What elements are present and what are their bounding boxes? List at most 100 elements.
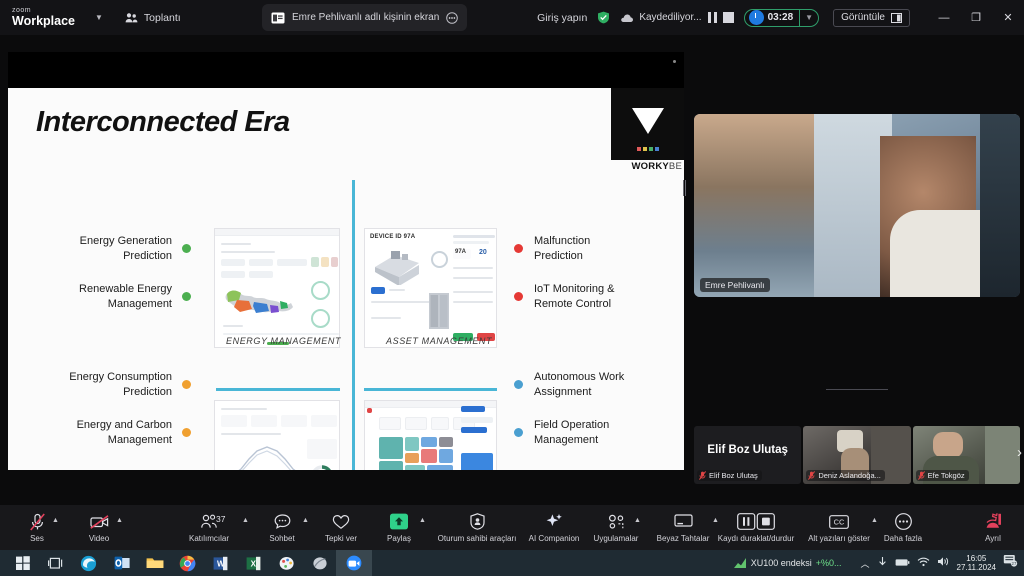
participants-button[interactable]: Katılımcılar (185, 512, 233, 543)
chevron-down-icon[interactable]: ▼ (800, 13, 818, 22)
audio-button[interactable]: Ses (18, 512, 56, 543)
layout-icon (891, 13, 902, 23)
recording-controls-button[interactable]: Kaydı duraklat/durdur (701, 512, 811, 543)
gauge-ring (311, 281, 330, 300)
participant-tile-deniz[interactable]: Deniz Aslandoğa... (803, 426, 910, 484)
share-screen-icon (389, 512, 409, 531)
active-speaker-tile[interactable]: Emre Pehlivanlı (694, 114, 1020, 297)
panel-drag-handle[interactable] (683, 180, 687, 196)
more-ellipsis-icon (895, 512, 912, 531)
share-screen-button[interactable]: Paylaş (378, 512, 420, 543)
apps-icon (608, 512, 625, 531)
participants-button-label: Katılımcılar (189, 534, 229, 543)
feature-iot-monitoring-remote-control: IoT Monitoring &Remote Control (514, 282, 684, 312)
feature-label: Energy GenerationPrediction (80, 234, 172, 264)
status-dot-green (182, 244, 191, 253)
participant-display-name: Elif Boz Ulutaş (707, 444, 788, 456)
file-explorer-icon[interactable] (138, 550, 171, 576)
app-icon[interactable] (303, 550, 336, 576)
screen-share-notice[interactable]: Emre Pehlivanlı adlı kişinin ekran (262, 4, 467, 31)
chevron-down-icon[interactable]: ▼ (95, 13, 103, 22)
svg-text:CC: CC (834, 517, 845, 526)
participant-tile-efe[interactable]: Efe Tokgöz (913, 426, 1020, 484)
ai-sparkle-icon (545, 512, 563, 531)
minimize-button[interactable]: — (928, 0, 960, 35)
zoom-logo: zoom Workplace (12, 7, 75, 28)
share-options-caret-icon[interactable]: ▲ (419, 517, 426, 524)
battery-icon[interactable] (895, 554, 910, 572)
more-ellipsis-icon[interactable] (446, 12, 458, 24)
slide-center-divider (352, 180, 355, 470)
clock-widget[interactable]: 16:05 27.11.2024 (957, 554, 996, 572)
edge-icon[interactable] (72, 550, 105, 576)
microphone-muted-icon (918, 471, 925, 480)
chrome-icon[interactable] (171, 550, 204, 576)
leave-meeting-button[interactable]: Ayrıl (974, 512, 1012, 543)
clock-icon (749, 10, 764, 25)
host-tools-button[interactable]: Oturum sahibi araçları (437, 512, 517, 543)
signin-button[interactable]: Giriş yapın (537, 12, 587, 24)
chat-options-caret-icon[interactable]: ▲ (302, 517, 309, 524)
close-button[interactable]: ✕ (992, 0, 1024, 35)
meeting-timer[interactable]: 03:28 ▼ (744, 9, 820, 27)
next-page-arrow-icon[interactable]: › (1017, 444, 1022, 461)
task-view-icon[interactable] (39, 550, 72, 576)
word-icon[interactable]: W (204, 550, 237, 576)
secure-shield-icon (597, 11, 610, 24)
captions-options-caret-icon[interactable]: ▲ (871, 517, 878, 524)
stop-recording-button[interactable] (723, 12, 734, 23)
recording-pause-stop-icon (737, 512, 775, 531)
camera-muted-icon (90, 512, 109, 531)
pause-recording-button[interactable] (707, 12, 718, 23)
stock-ticker-value: +%0... (816, 558, 842, 568)
apps-options-caret-icon[interactable]: ▲ (634, 517, 641, 524)
notifications-icon[interactable]: 27 (1003, 554, 1018, 572)
wifi-icon[interactable] (917, 554, 930, 572)
workybe-logo (611, 88, 684, 160)
paint-icon[interactable] (270, 550, 303, 576)
panel-resize-handle[interactable] (826, 389, 888, 390)
captions-button[interactable]: CC Alt yazıları göster (806, 512, 872, 543)
shared-screen-content[interactable]: Interconnected Era WORKYBE Energy Genera… (8, 52, 684, 470)
participants-options-caret-icon[interactable]: ▲ (242, 517, 249, 524)
participant-thumbnail-strip: Elif Boz Ulutaş Elif Boz Ulutaş (694, 426, 1020, 484)
start-icon[interactable] (6, 550, 39, 576)
leave-meeting-button-label: Ayrıl (985, 534, 1001, 543)
status-dot-blue (514, 428, 523, 437)
share-screen-button-label: Paylaş (387, 534, 411, 543)
video-button-label: Video (89, 534, 109, 543)
audio-button-label: Ses (30, 534, 44, 543)
meetings-tab[interactable]: Toplantı (125, 12, 181, 24)
excel-icon[interactable]: X (237, 550, 270, 576)
feature-label: Renewable EnergyManagement (79, 282, 172, 312)
reactions-button-label: Tepki ver (325, 534, 357, 543)
view-selector[interactable]: Görüntüle (833, 9, 910, 27)
onedrive-icon[interactable] (877, 554, 888, 572)
slide-separator-right (364, 388, 497, 391)
participant-tile-elif[interactable]: Elif Boz Ulutaş Elif Boz Ulutaş (694, 426, 801, 484)
outlook-icon[interactable] (105, 550, 138, 576)
volume-icon[interactable] (937, 554, 950, 572)
caption-energy-management: ENERGY MANAGEMENT (226, 336, 341, 346)
zoom-icon[interactable] (336, 550, 372, 576)
show-hidden-icons-icon[interactable]: ︿ (861, 557, 870, 570)
logo-wordmark-light: BE (669, 161, 682, 172)
video-button[interactable]: Video (80, 512, 118, 543)
presentation-slide: Interconnected Era WORKYBE Energy Genera… (8, 88, 684, 470)
ai-companion-button[interactable]: AI Companion (523, 512, 585, 543)
maximize-button[interactable]: ❐ (960, 0, 992, 35)
dashboard-screenshot-energy-map (214, 228, 340, 348)
captions-button-label: Alt yazıları göster (808, 534, 870, 543)
video-options-caret-icon[interactable]: ▲ (116, 517, 123, 524)
speaker-name-tag: Emre Pehlivanlı (700, 278, 770, 292)
audio-options-caret-icon[interactable]: ▲ (52, 517, 59, 524)
more-button[interactable]: Daha fazla (879, 512, 927, 543)
feature-malfunction-prediction: MalfunctionPrediction (514, 234, 684, 264)
slide-separator-left (216, 388, 340, 391)
stock-ticker-widget[interactable]: XU100 endeksi +%0... (733, 557, 842, 569)
reactions-button[interactable]: Tepki ver (318, 512, 364, 543)
dashboard-screenshot-consumption (214, 400, 340, 470)
chat-button[interactable]: Sohbet (263, 512, 301, 543)
cabinet-graphic (427, 291, 451, 333)
zoom-brand-large: Workplace (12, 15, 75, 28)
